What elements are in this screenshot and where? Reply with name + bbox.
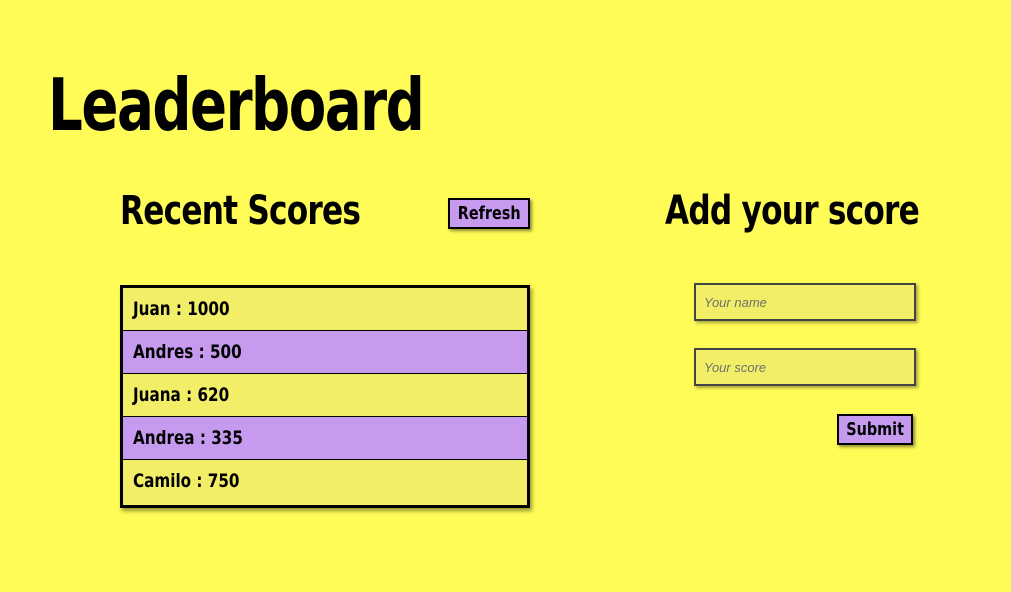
recent-scores-heading: Recent Scores	[120, 188, 361, 234]
scores-list: Juan : 1000 Andres : 500 Juana : 620 And…	[120, 285, 530, 508]
score-item-text: Juana : 620	[133, 384, 230, 406]
refresh-button-label: Refresh	[457, 202, 521, 224]
refresh-button[interactable]: Refresh	[448, 198, 530, 229]
score-item-text: Andrea : 335	[133, 427, 243, 449]
submit-button[interactable]: Submit	[837, 414, 913, 445]
score-item: Andres : 500	[123, 331, 527, 374]
score-item-text: Camilo : 750	[133, 470, 240, 492]
score-input[interactable]	[694, 348, 916, 386]
score-item-text: Juan : 1000	[133, 298, 230, 320]
add-score-heading: Add your score	[665, 188, 920, 234]
submit-button-label: Submit	[846, 418, 904, 440]
score-item: Andrea : 335	[123, 417, 527, 460]
score-item: Camilo : 750	[123, 460, 527, 503]
name-input[interactable]	[694, 283, 916, 321]
score-item-text: Andres : 500	[133, 341, 242, 363]
score-item: Juana : 620	[123, 374, 527, 417]
page-title: Leaderboard	[48, 63, 425, 147]
score-item: Juan : 1000	[123, 288, 527, 331]
